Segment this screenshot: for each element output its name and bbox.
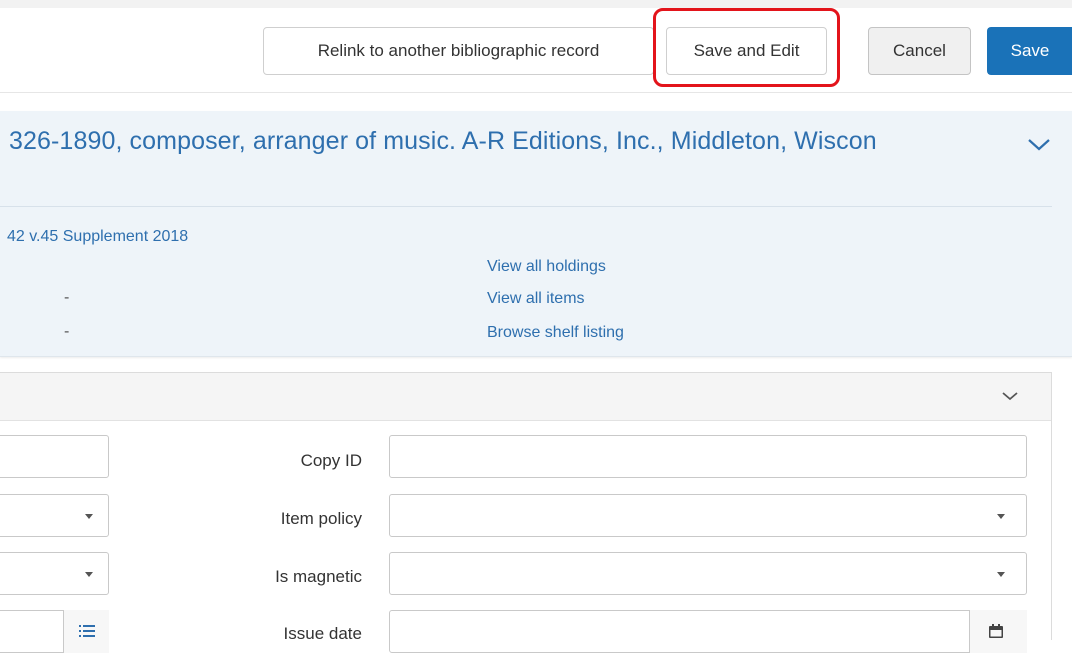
browse-shelf-listing-link[interactable]: Browse shelf listing <box>487 324 624 342</box>
is-magnetic-select[interactable] <box>389 552 1027 595</box>
calendar-icon[interactable] <box>988 623 1004 639</box>
summary-value-empty: - <box>64 289 70 306</box>
item-policy-label: Item policy <box>280 509 362 528</box>
save-button[interactable]: Save <box>987 27 1072 75</box>
chevron-down-icon <box>997 514 1005 519</box>
chevron-down-icon <box>85 572 93 577</box>
record-title: 326-1890, composer, arranger of music. A… <box>9 127 877 155</box>
is-magnetic-label: Is magnetic <box>275 567 362 586</box>
issue-date-label: Issue date <box>283 624 362 643</box>
left-text-field[interactable] <box>0 435 109 478</box>
issue-date-input[interactable] <box>389 610 1027 653</box>
chevron-down-icon[interactable] <box>1000 389 1020 403</box>
toolbar-divider <box>0 92 1072 93</box>
holding-description: 42 v.45 Supplement 2018 <box>7 228 189 245</box>
chevron-down-icon[interactable] <box>1026 134 1052 154</box>
summary-divider <box>0 206 1052 207</box>
view-all-items-link[interactable]: View all items <box>487 290 585 308</box>
list-icon[interactable] <box>79 624 95 638</box>
summary-value-empty: - <box>64 323 70 340</box>
save-and-edit-button[interactable]: Save and Edit <box>666 27 827 75</box>
item-policy-select[interactable] <box>389 494 1027 537</box>
chevron-down-icon <box>85 514 93 519</box>
chevron-down-icon <box>997 572 1005 577</box>
cancel-button[interactable]: Cancel <box>868 27 971 75</box>
view-all-holdings-link[interactable]: View all holdings <box>487 258 606 276</box>
relink-button[interactable]: Relink to another bibliographic record <box>263 27 654 75</box>
copy-id-label: Copy ID <box>300 451 362 470</box>
copy-id-input[interactable] <box>389 435 1027 478</box>
form-section-header[interactable] <box>0 373 1051 421</box>
top-strip <box>0 0 1072 8</box>
